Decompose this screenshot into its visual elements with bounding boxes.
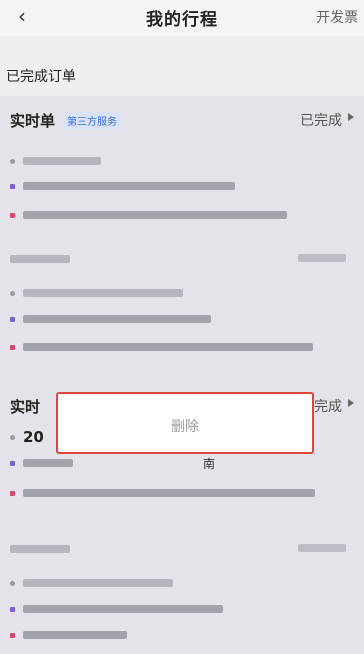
- end-location: [23, 631, 127, 639]
- service-tag: 第三方服务: [63, 111, 122, 129]
- order-card[interactable]: 实时单 第三方服务 已完成: [0, 108, 364, 220]
- end-location: [23, 211, 287, 219]
- start-location-row: [10, 314, 211, 324]
- order-type-label: 实时单: [10, 111, 56, 130]
- start-location-row: 南: [10, 457, 215, 471]
- chevron-right-icon: [348, 399, 354, 407]
- start-dot-icon: [10, 606, 15, 612]
- end-location: [23, 489, 315, 497]
- end-dot-icon: [10, 344, 15, 350]
- start-dot-icon: [10, 460, 15, 466]
- trip-time-row: [10, 288, 183, 298]
- order-type-blurred: [10, 545, 70, 553]
- end-location: [23, 343, 313, 351]
- page-title: 我的行程: [146, 10, 218, 30]
- end-dot-icon: [10, 632, 15, 638]
- clock-icon: [10, 290, 15, 296]
- top-nav-bar: ‹ 我的行程 开发票: [0, 0, 364, 36]
- start-location-row: [10, 181, 235, 191]
- delete-button[interactable]: 删除: [58, 416, 312, 436]
- trip-time: [23, 157, 101, 165]
- clock-icon: [10, 434, 15, 440]
- start-location: [23, 315, 211, 323]
- chevron-right-icon: [348, 113, 354, 121]
- section-title: 已完成订单: [6, 69, 76, 85]
- status-blurred: [298, 544, 346, 552]
- end-location-row: [10, 210, 287, 220]
- end-location-row: [10, 488, 315, 498]
- clock-icon: [10, 158, 15, 164]
- start-dot-icon: [10, 316, 15, 322]
- trip-time: [23, 289, 183, 297]
- start-location: [23, 182, 235, 190]
- start-location-suffix: 南: [203, 456, 216, 471]
- order-card[interactable]: [0, 534, 364, 654]
- start-location: [23, 605, 223, 613]
- end-location-row: [10, 630, 127, 640]
- trip-time-prefix: 20: [23, 428, 44, 446]
- order-type-blurred: [10, 255, 70, 263]
- card-header: 实时单 第三方服务: [10, 108, 122, 132]
- status-label: 已完成: [300, 113, 342, 129]
- trip-time-row: [10, 578, 173, 588]
- start-location-row: [10, 604, 223, 614]
- card-header-blurred: [10, 544, 70, 554]
- invoice-button[interactable]: 开发票: [316, 7, 358, 27]
- card-header-blurred: [10, 254, 70, 264]
- order-card[interactable]: [0, 246, 364, 356]
- clock-icon: [10, 580, 15, 586]
- trip-time-row: [10, 156, 101, 166]
- status-blurred: [298, 254, 346, 262]
- status-label: 完成: [314, 399, 342, 415]
- order-type-label: 实时: [10, 397, 41, 416]
- card-header: 实时: [10, 394, 40, 418]
- orders-list: 实时单 第三方服务 已完成 实时 完成 20 南: [0, 96, 364, 654]
- end-dot-icon: [10, 490, 15, 496]
- start-location: [23, 459, 73, 467]
- trip-time-row: 20: [10, 428, 50, 446]
- end-dot-icon: [10, 212, 15, 218]
- trip-time: [23, 579, 173, 587]
- delete-popup: 删除: [56, 392, 314, 454]
- end-location-row: [10, 342, 313, 352]
- start-dot-icon: [10, 183, 15, 189]
